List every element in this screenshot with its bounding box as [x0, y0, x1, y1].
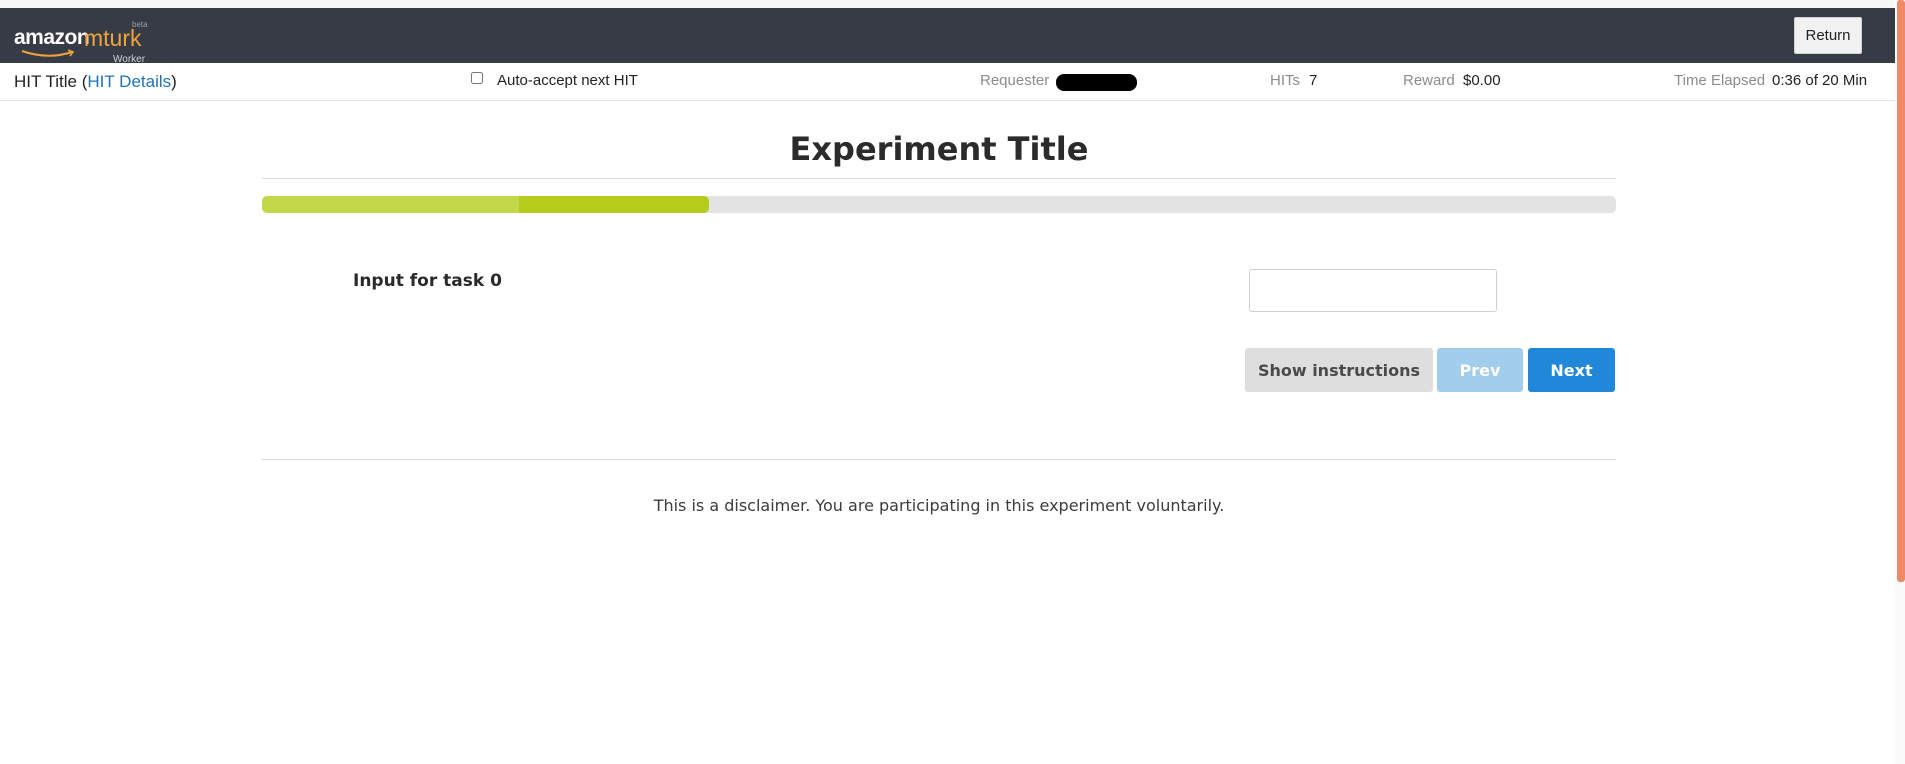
logo-amazon-text: amazon: [14, 26, 90, 49]
hits-label: HITs: [1270, 72, 1300, 89]
requester-redacted: [1056, 74, 1137, 91]
footer-divider: [262, 459, 1616, 460]
hit-title-text: HIT Title: [14, 72, 77, 91]
requester-label: Requester: [980, 72, 1050, 89]
show-instructions-button[interactable]: Show instructions: [1245, 348, 1433, 392]
progress-fill-dark: [519, 196, 709, 213]
time-elapsed-label: Time Elapsed: [1674, 72, 1766, 89]
experiment-title: Experiment Title: [789, 130, 1089, 168]
prev-button[interactable]: Prev: [1437, 348, 1523, 392]
mturk-logo[interactable]: amazon mturk beta Worker: [14, 18, 154, 65]
return-button[interactable]: Return: [1794, 17, 1862, 54]
task-input[interactable]: [1249, 269, 1497, 312]
progress-bar: [262, 196, 1616, 213]
hit-details-link[interactable]: HIT Details: [87, 72, 171, 91]
next-button[interactable]: Next: [1528, 348, 1615, 392]
title-divider: [262, 178, 1616, 179]
auto-accept-checkbox[interactable]: [471, 72, 483, 84]
hit-info-bar: HIT Title (HIT Details) Auto-accept next…: [0, 63, 1895, 101]
reward-label: Reward: [1403, 72, 1455, 89]
disclaimer-text: This is a disclaimer. You are participat…: [653, 496, 1225, 515]
reward-value: $0.00: [1463, 72, 1501, 89]
logo-mturk-text: mturk: [84, 25, 142, 51]
scrollbar-thumb[interactable]: [1897, 0, 1905, 582]
auto-accept-label[interactable]: Auto-accept next HIT: [497, 72, 638, 89]
hits-value: 7: [1309, 72, 1318, 89]
navbar: amazon mturk beta Worker Return: [0, 8, 1895, 65]
logo-beta-text: beta: [132, 20, 148, 29]
hit-title: HIT Title (HIT Details): [14, 72, 177, 91]
time-elapsed-value: 0:36 of 20 Min: [1772, 72, 1868, 89]
task-label: Input for task 0: [353, 271, 502, 291]
top-strip: [0, 0, 1895, 8]
progress-fill-light: [262, 196, 519, 213]
amazon-smile-icon: [21, 49, 75, 57]
